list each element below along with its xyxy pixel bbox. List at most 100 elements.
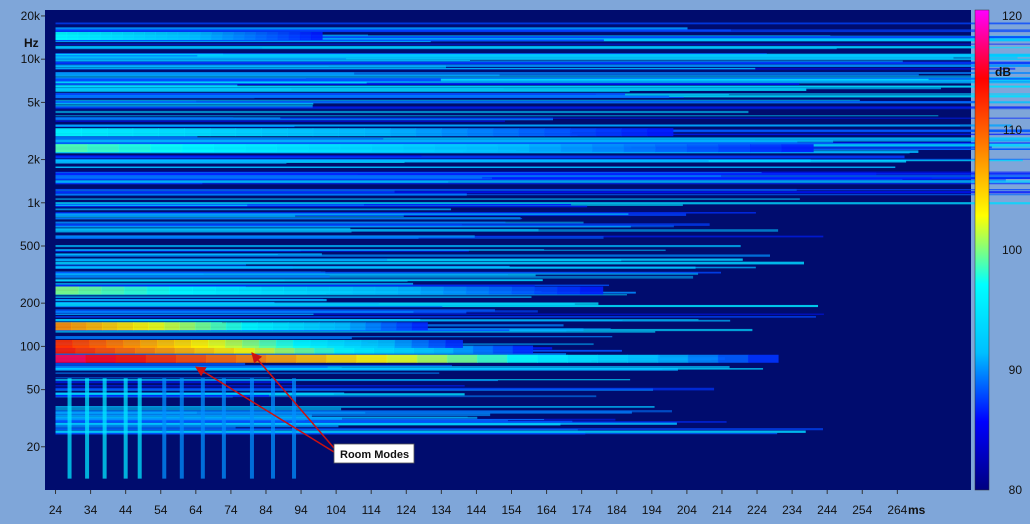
ridge-0-segment bbox=[687, 354, 719, 363]
x-tick-label: 54 bbox=[154, 503, 168, 517]
ridge-7-segment bbox=[133, 32, 145, 41]
ridge-6-segment bbox=[415, 128, 442, 137]
x-tick-label: 104 bbox=[326, 503, 346, 517]
colorbar-tick-label: 100 bbox=[1002, 243, 1022, 257]
ridge-2-segment bbox=[157, 339, 175, 348]
ridge-4-segment bbox=[146, 286, 171, 295]
ridge-5-segment bbox=[276, 144, 309, 153]
ridge-6-segment bbox=[235, 128, 262, 137]
ridge-1-segment bbox=[472, 345, 494, 354]
ridge-7-segment bbox=[177, 32, 190, 41]
x-tick-label: 154 bbox=[501, 503, 521, 517]
colorbar-tick-label: 80 bbox=[1009, 483, 1023, 497]
ridge-1-segment bbox=[512, 345, 534, 354]
ridge-5-segment bbox=[150, 144, 183, 153]
ridge-7-segment bbox=[144, 32, 156, 41]
ridge-6-segment bbox=[312, 128, 339, 137]
ridge-0-segment bbox=[236, 354, 267, 363]
ridge-5-segment bbox=[529, 144, 562, 153]
ridge-7-segment bbox=[211, 32, 223, 41]
ridge-7-segment bbox=[277, 32, 290, 41]
x-tick-label: 254 bbox=[852, 503, 872, 517]
ridge-0-segment bbox=[145, 354, 177, 363]
y-tick-label: 5k bbox=[27, 95, 41, 109]
ridge-0-segment bbox=[296, 354, 327, 363]
ridge-0-segment bbox=[386, 354, 418, 363]
ridge-7-segment bbox=[288, 32, 301, 41]
colorbar-tick-label: 110 bbox=[1003, 123, 1022, 137]
ridge-6-segment bbox=[364, 128, 391, 137]
y-tick-label: 2k bbox=[27, 153, 41, 167]
plot-area bbox=[45, 10, 1030, 490]
ridge-0-segment bbox=[477, 354, 508, 363]
ridge-5-segment bbox=[244, 144, 277, 153]
ridge-5-segment bbox=[750, 144, 783, 153]
ridge-6-segment bbox=[389, 128, 417, 137]
ridge-3-segment bbox=[380, 322, 397, 331]
colorbar-tick-label: 120 bbox=[1002, 9, 1022, 23]
ridge-5-segment bbox=[118, 144, 151, 153]
ridge-3-segment bbox=[55, 322, 72, 331]
ridge-5-segment bbox=[213, 144, 246, 153]
x-tick-label: 184 bbox=[607, 503, 627, 517]
ridge-5-segment bbox=[308, 144, 341, 153]
ridge-3-segment bbox=[256, 322, 273, 331]
ridge-5-segment bbox=[465, 144, 498, 153]
ridge-6-segment bbox=[544, 128, 571, 137]
ridge-3-segment bbox=[210, 322, 227, 331]
ridge-0-segment bbox=[55, 354, 87, 363]
spectrogram-chart: 20k 10k 5k 2k 1k 500 200 100 50 20 24 34 44 54 64 74 84… bbox=[20, 9, 1030, 517]
x-axis-ticks: 24 34 44 54 64 74 84 94 104 114 124 134 144 154 164 174… bbox=[49, 490, 908, 517]
ridge-2-segment bbox=[106, 339, 124, 348]
ridge-6-segment bbox=[441, 128, 468, 137]
ridge-3-segment bbox=[287, 322, 304, 331]
ridge-2-segment bbox=[343, 339, 362, 348]
ridge-5-segment bbox=[87, 144, 120, 153]
ridge-7-segment bbox=[122, 32, 134, 41]
ridge-3-segment bbox=[396, 322, 413, 331]
x-tick-label: 74 bbox=[224, 503, 238, 517]
ridge-6-segment bbox=[338, 128, 365, 137]
ridge-7-segment bbox=[188, 32, 201, 41]
ridge-4-segment bbox=[192, 286, 216, 295]
ridge-2-segment bbox=[140, 339, 158, 348]
ridge-6-segment bbox=[287, 128, 314, 137]
ridge-2-segment bbox=[225, 339, 243, 348]
ridge-7-segment bbox=[310, 32, 323, 41]
x-tick-label: 114 bbox=[362, 503, 381, 517]
ridge-2-segment bbox=[411, 339, 429, 348]
ridge-3-segment bbox=[117, 322, 134, 331]
ridge-2-segment bbox=[123, 339, 141, 348]
ridge-3-segment bbox=[272, 322, 289, 331]
x-tick-label: 144 bbox=[466, 503, 486, 517]
ridge-0-segment bbox=[657, 354, 689, 363]
ridge-4-segment bbox=[123, 286, 148, 295]
ridge-7-segment bbox=[222, 32, 234, 41]
ridge-3-segment bbox=[86, 322, 103, 331]
x-tick-label: 24 bbox=[49, 503, 63, 517]
y-tick-label: 10k bbox=[21, 52, 41, 66]
ridge-5-segment bbox=[781, 144, 814, 153]
ridge-5-segment bbox=[434, 144, 467, 153]
x-tick-label: 194 bbox=[642, 503, 662, 517]
ridge-4-segment bbox=[443, 286, 467, 295]
ridge-4-segment bbox=[534, 286, 558, 295]
ridge-4-segment bbox=[306, 286, 330, 295]
colorbar-tick-label: 90 bbox=[1009, 363, 1023, 377]
ridge-0-segment bbox=[747, 354, 779, 363]
colorbar-unit-label: dB bbox=[995, 65, 1011, 79]
x-tick-label: 84 bbox=[259, 503, 273, 517]
ridge-2-segment bbox=[428, 339, 446, 348]
y-tick-label: 500 bbox=[20, 239, 40, 253]
ridge-0-segment bbox=[416, 354, 448, 363]
ridge-6-segment bbox=[81, 128, 108, 137]
ridge-0-segment bbox=[597, 354, 629, 363]
ridge-2-segment bbox=[72, 339, 90, 348]
x-tick-label: 64 bbox=[189, 503, 203, 517]
x-tick-label: 224 bbox=[747, 503, 767, 517]
ridge-7-segment bbox=[99, 32, 112, 41]
ridge-6-segment bbox=[261, 128, 288, 137]
ridge-6-segment bbox=[518, 128, 545, 137]
ridge-4-segment bbox=[374, 286, 399, 295]
ridge-3-segment bbox=[101, 322, 118, 331]
